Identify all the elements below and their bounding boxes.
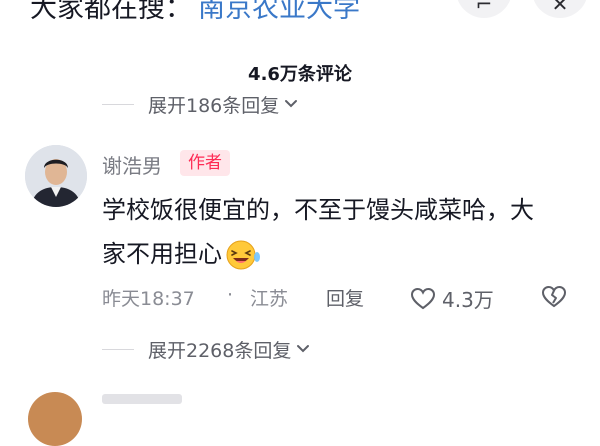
search-suggestion-keyword[interactable]: 南京农业大学: [198, 0, 360, 25]
broken-heart-icon: [541, 285, 567, 308]
expand-previous-replies[interactable]: 展开186条回复: [102, 90, 299, 118]
comment-location: 江苏: [250, 288, 289, 310]
meta-separator: ·: [227, 284, 234, 306]
expand-replies-label: 展开2268条回复: [148, 339, 292, 362]
heart-icon: [410, 287, 436, 309]
next-comment-author[interactable]: [102, 394, 182, 404]
comment-count-title: 4.6万条评论: [248, 64, 352, 85]
close-button[interactable]: ✕: [532, 0, 588, 18]
author-badge: 作者: [180, 150, 230, 176]
avatar-image: [25, 145, 87, 207]
expand-previous-label: 展开186条回复: [148, 94, 280, 117]
expand-replies[interactable]: 展开2268条回复: [102, 335, 311, 363]
dislike-button[interactable]: [540, 285, 568, 313]
like-button[interactable]: 4.3万: [410, 284, 494, 313]
divider-line: [102, 348, 134, 350]
next-comment-avatar[interactable]: [28, 392, 82, 446]
share-button[interactable]: ⌐: [456, 0, 512, 18]
comment-time: 昨天18:37: [102, 288, 195, 310]
author-avatar[interactable]: [25, 145, 87, 207]
comment-body[interactable]: 学校饭很便宜的，不至于馒头咸菜哈，大家不用担心: [102, 188, 542, 284]
search-suggestion-bar[interactable]: 大家都在搜： 南京农业大学 ⌐ ✕: [0, 0, 600, 25]
comment-text: 学校饭很便宜的，不至于馒头咸菜哈，大家不用担心: [102, 196, 534, 268]
author-name[interactable]: 谢浩男: [102, 150, 162, 179]
chevron-down-icon: [297, 345, 310, 353]
laughing-face-icon: [224, 240, 262, 284]
chevron-down-icon: [285, 100, 298, 108]
reply-button[interactable]: 回复: [326, 284, 364, 311]
divider-line: [102, 103, 134, 105]
like-count: 4.3万: [442, 288, 494, 312]
close-icon: ✕: [551, 0, 569, 16]
share-icon: ⌐: [475, 0, 493, 16]
search-suggestion-prefix: 大家都在搜：: [30, 0, 192, 24]
